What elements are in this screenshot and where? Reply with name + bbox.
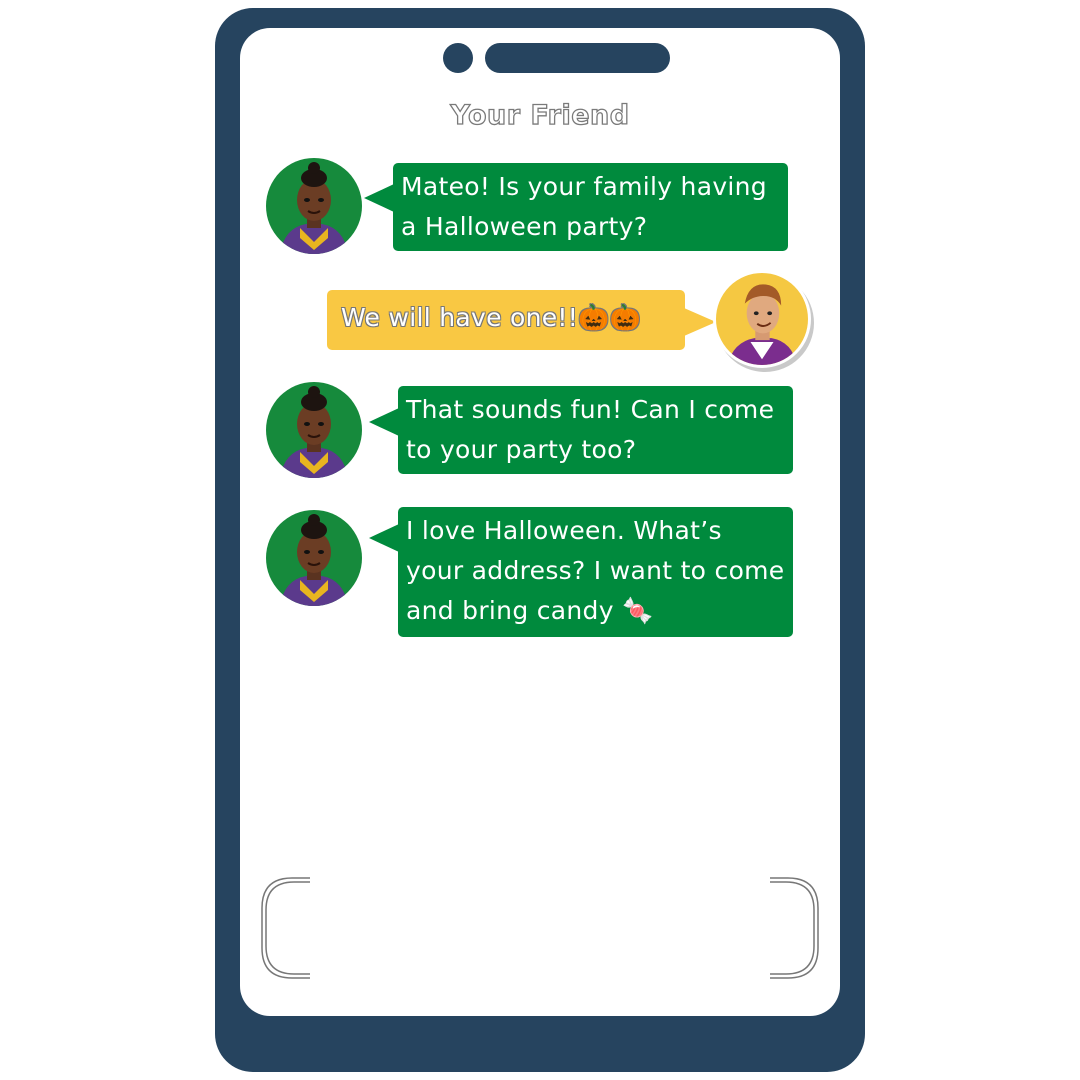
message-bubble-friend: Mateo! Is your family having a Halloween…	[393, 163, 788, 251]
contact-name: Your Friend	[450, 99, 630, 131]
input-frame-outline	[261, 877, 819, 979]
message-tail	[364, 184, 394, 212]
friend-avatar-icon	[280, 514, 348, 606]
message-bubble-friend: That sounds fun! Can I come to your part…	[398, 386, 793, 474]
message-bubble-friend: I love Halloween. What’s your address? I…	[398, 507, 793, 637]
message-tail	[369, 408, 399, 436]
friend-avatar	[266, 158, 362, 254]
message-bubble-me: We will have one!!🎃🎃	[327, 290, 685, 350]
friend-avatar-icon	[280, 162, 348, 254]
friend-avatar	[266, 510, 362, 606]
message-input[interactable]	[260, 876, 820, 980]
message-tail	[369, 524, 399, 552]
friend-avatar	[266, 382, 362, 478]
mateo-avatar-icon	[727, 284, 797, 365]
mateo-avatar	[713, 270, 811, 368]
camera-icon	[443, 43, 473, 73]
message-tail	[684, 308, 716, 336]
friend-avatar-icon	[280, 386, 348, 478]
speaker-icon	[485, 43, 670, 73]
